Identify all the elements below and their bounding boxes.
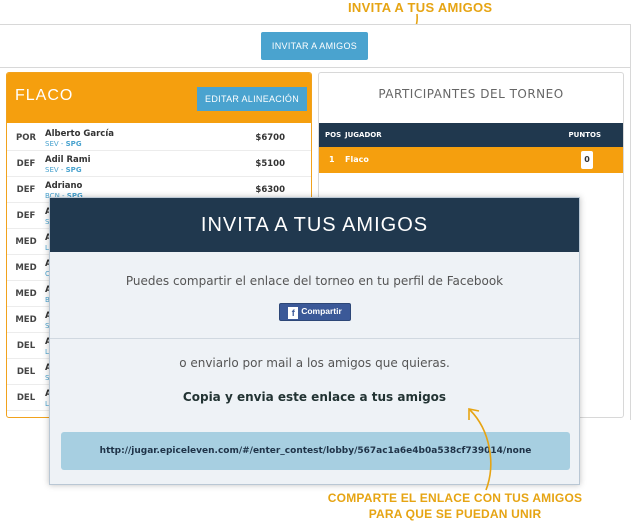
player-position: DEL [16, 393, 36, 403]
col-pos: POS [325, 131, 342, 139]
player-position: DEL [16, 341, 36, 351]
player-club: SEV [45, 140, 59, 148]
player-club: SEV [45, 166, 59, 174]
team-header: FLACO EDITAR ALINEACIÓN [7, 73, 311, 123]
participants-table-header: POS JUGADOR PUNTOS [319, 123, 623, 147]
curved-arrow-icon [468, 408, 492, 491]
player-position: MED [15, 237, 37, 247]
participant-name: Flaco [345, 155, 369, 164]
modal-title: INVITA A TUS AMIGOS [50, 198, 579, 252]
facebook-share-button[interactable]: f Compartir [279, 303, 351, 321]
player-name: Adil Rami [45, 155, 91, 165]
annotation-share-line1: COMPARTE EL ENLACE CON TUS AMIGOS [327, 491, 583, 505]
player-position: DEF [16, 159, 36, 169]
divider [50, 338, 579, 339]
player-position: MED [15, 263, 37, 273]
player-position: POR [15, 133, 36, 143]
annotation-share-line2: PARA QUE SE PUEDAN UNIR [368, 507, 542, 521]
player-price: $5100 [255, 159, 285, 169]
player-price: $6700 [255, 133, 285, 143]
player-position: MED [15, 289, 37, 299]
facebook-share-label: Compartir [301, 305, 342, 316]
player-row[interactable]: POR Alberto García SEV - SPG $6700 [7, 125, 311, 151]
annotation-invite-friends: INVITA A TUS AMIGOS [348, 0, 493, 15]
invite-modal: INVITA A TUS AMIGOS Puedes compartir el … [49, 197, 580, 485]
player-name: Alberto García [45, 129, 114, 139]
facebook-icon: f [288, 306, 299, 319]
player-row[interactable]: DEF Adil Rami SEV - SPG $5100 [7, 151, 311, 177]
player-team: SEV - SPG [45, 140, 82, 148]
mail-text: o enviarlo por mail a los amigos que qui… [179, 356, 450, 370]
participant-row[interactable]: 1 Flaco 0 [319, 147, 623, 173]
invite-friends-button[interactable]: INVITAR A AMIGOS [261, 32, 368, 60]
player-opponent: SPG [65, 166, 82, 174]
edit-lineup-button[interactable]: EDITAR ALINEACIÓN [197, 87, 307, 111]
player-position: DEF [16, 185, 36, 195]
team-name: FLACO [15, 87, 74, 104]
player-team: SEV - SPG [45, 166, 82, 174]
facebook-share-text: Puedes compartir el enlace del torneo en… [125, 274, 504, 288]
player-price: $6300 [255, 185, 285, 195]
player-position: DEL [16, 367, 36, 377]
player-opponent: SPG [65, 140, 82, 148]
participant-points: 0 [581, 151, 593, 169]
annotation-share-link: COMPARTE EL ENLACE CON TUS AMIGOS PARA Q… [320, 490, 590, 521]
page: INVITA A TUS AMIGOS INVITAR A AMIGOS FLA… [0, 0, 631, 521]
player-position: MED [15, 315, 37, 325]
player-name: Adriano [45, 181, 83, 191]
participant-pos: 1 [329, 155, 335, 164]
col-points: PUNTOS [568, 131, 601, 139]
participants-title: PARTICIPANTES DEL TORNEO [378, 87, 564, 101]
col-player: JUGADOR [345, 131, 382, 139]
player-position: DEF [16, 211, 36, 221]
